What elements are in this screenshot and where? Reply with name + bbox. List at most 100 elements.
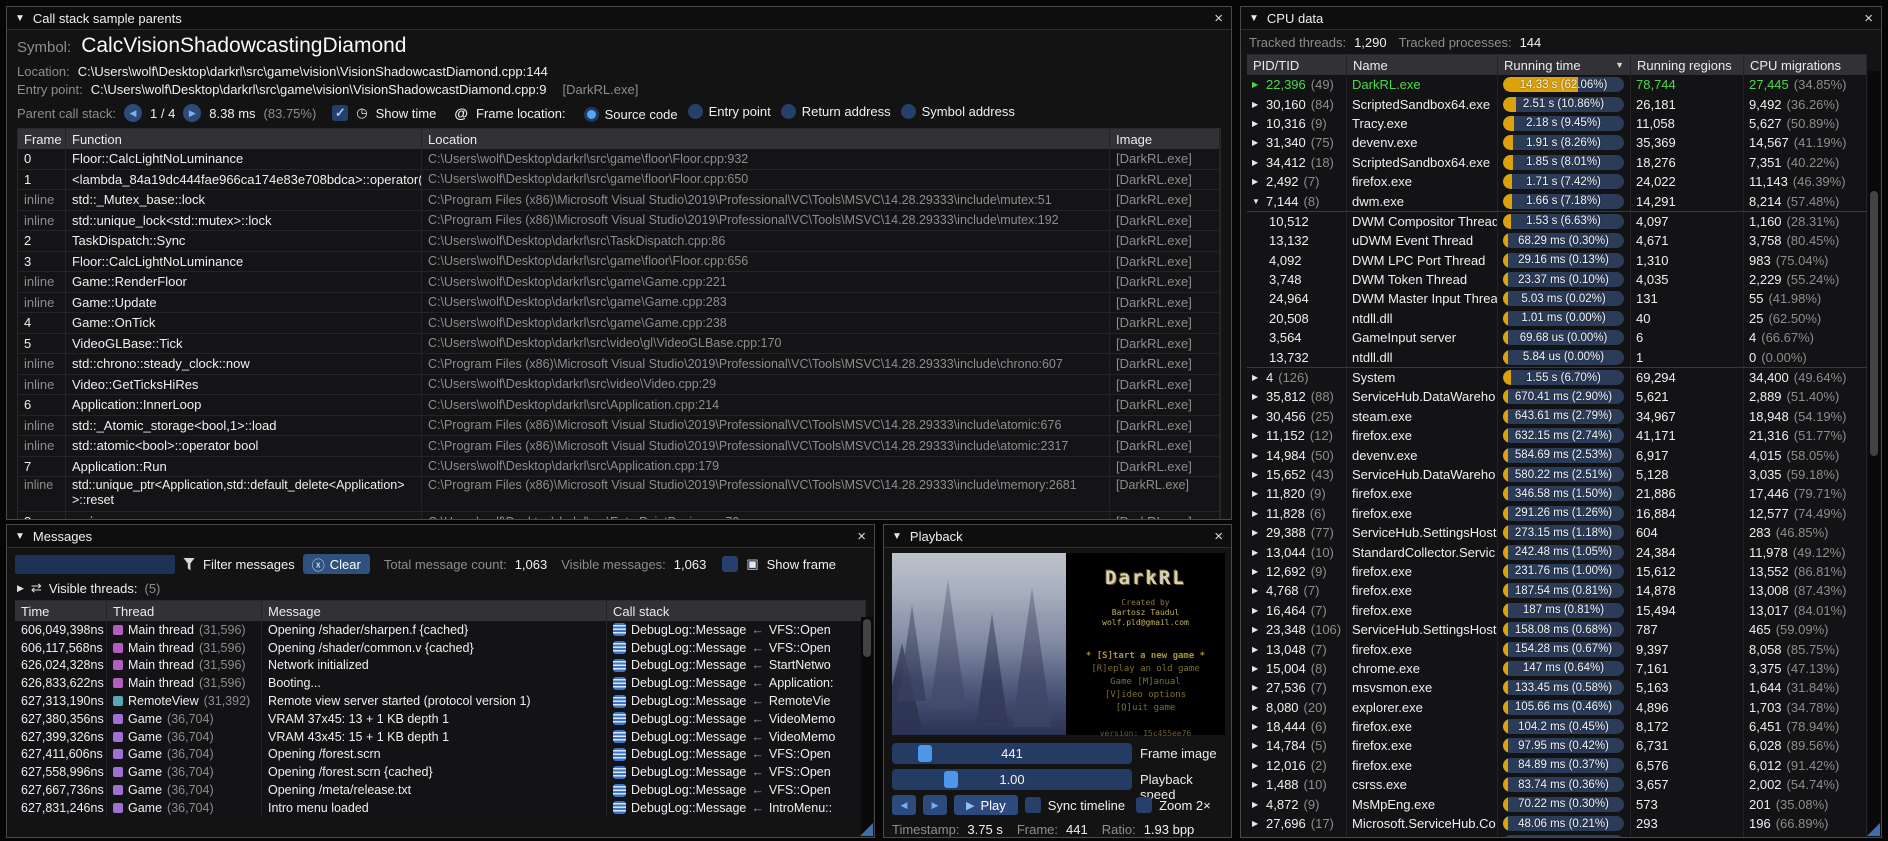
column-header-message[interactable]: Message — [262, 601, 607, 621]
expand-arrow-icon[interactable]: ▶ — [1252, 470, 1261, 479]
resize-grip[interactable] — [1867, 823, 1880, 836]
cpu-process-row[interactable]: ▶12,016(2)firefox.exe84.89 ms (0.37%)6,5… — [1247, 756, 1867, 775]
expand-arrow-icon[interactable]: ▶ — [1252, 509, 1261, 518]
callstack-frame-row[interactable]: 0Floor::CalcLightNoLuminanceC:\Users\wol… — [18, 149, 1220, 170]
expand-arrow-icon[interactable]: ▶ — [1252, 489, 1261, 498]
cpu-process-row[interactable]: ▶15,004(8)chrome.exe147 ms (0.64%)7,1613… — [1247, 659, 1867, 678]
column-header-time[interactable]: Time — [15, 601, 107, 621]
callstack-frame-row[interactable]: inlineGame::RenderFloorC:\Users\wolf\Des… — [18, 272, 1220, 293]
collapse-arrow-icon[interactable]: ▼ — [892, 531, 902, 542]
callstack-frame-row[interactable]: 4Game::OnTickC:\Users\wolf\Desktop\darkr… — [18, 313, 1220, 334]
cpu-process-row[interactable]: ▶4(126)System1.55 s (6.70%)69,29434,400(… — [1247, 368, 1867, 387]
cpu-process-row[interactable]: ▶27,696(17)Microsoft.ServiceHub.Co48.06 … — [1247, 814, 1867, 833]
scrollbar-thumb[interactable] — [863, 619, 871, 657]
expand-arrow-icon[interactable]: ▶ — [1252, 138, 1261, 147]
expand-arrow-icon[interactable]: ▶ — [1252, 722, 1261, 731]
callstack-frame-row[interactable]: 6Application::InnerLoopC:\Users\wolf\Des… — [18, 395, 1220, 416]
expand-arrow-icon[interactable]: ▶ — [1252, 645, 1261, 654]
message-frame-icon[interactable] — [613, 766, 626, 779]
cpu-thread-row[interactable]: 3,564GameInput server69.68 us (0.00%)64(… — [1247, 328, 1867, 347]
message-frame-icon[interactable] — [613, 623, 626, 636]
cpu-process-row[interactable]: ▶13,044(10)StandardCollector.Servic242.4… — [1247, 542, 1867, 561]
column-header-function[interactable]: Function — [66, 129, 422, 149]
cpu-process-row[interactable]: ▶1,488(10)csrss.exe83.74 ms (0.36%)3,657… — [1247, 775, 1867, 794]
callstack-frame-row[interactable]: 7Application::RunC:\Users\wolf\Desktop\d… — [18, 457, 1220, 478]
expand-arrow-icon[interactable]: ▶ — [1252, 800, 1261, 809]
cpu-thread-row[interactable]: 13,732ntdll.dll5.84 us (0.00%)10(0.00%) — [1247, 347, 1867, 367]
cpu-process-row[interactable]: ▶18,444(6)firefox.exe104.2 ms (0.45%)8,1… — [1247, 717, 1867, 736]
callstack-frame-row[interactable]: 8mainC:\Users\wolf\Desktop\darkrl\src\En… — [18, 512, 1220, 520]
message-row[interactable]: 626,024,328nsMain thread(31,596)Network … — [15, 657, 866, 675]
cpu-process-row[interactable]: ▶23,348(106)ServiceHub.SettingsHost158.0… — [1247, 620, 1867, 639]
expand-arrow-icon[interactable]: ▶ — [1252, 100, 1261, 109]
expand-arrow-icon[interactable]: ▶ — [1252, 567, 1261, 576]
expand-arrow-icon[interactable]: ▶ — [1252, 625, 1261, 634]
resize-grip[interactable] — [860, 823, 873, 836]
cpu-process-row[interactable]: ▶2,492(7)firefox.exe1.71 s (7.42%)24,022… — [1247, 172, 1867, 191]
callstack-frame-row[interactable]: 5VideoGLBase::TickC:\Users\wolf\Desktop\… — [18, 334, 1220, 355]
frame-location-radio[interactable]: Source code — [584, 107, 678, 122]
expand-arrow-icon[interactable]: ▶ — [1252, 664, 1261, 673]
expand-arrow-icon[interactable]: ▶ — [17, 583, 24, 594]
cpu-process-row[interactable]: ▶11,828(6)firefox.exe291.26 ms (1.26%)16… — [1247, 504, 1867, 523]
cpu-thread-row[interactable]: 3,748DWM Token Thread23.37 ms (0.10%)4,0… — [1247, 270, 1867, 289]
expand-arrow-icon[interactable]: ▶ — [1252, 373, 1261, 382]
column-header-frame[interactable]: Frame — [18, 129, 66, 149]
collapse-arrow-icon[interactable]: ▼ — [1252, 197, 1261, 206]
collapse-arrow-icon[interactable]: ▼ — [1249, 13, 1259, 24]
cpu-process-row[interactable]: ▶15,652(43)ServiceHub.DataWareho580.22 m… — [1247, 465, 1867, 484]
column-header-pid-tid[interactable]: PID/TID — [1247, 55, 1347, 75]
cpu-process-row[interactable]: ▶30,456(25)steam.exe643.61 ms (2.79%)34,… — [1247, 407, 1867, 426]
message-frame-icon[interactable] — [613, 695, 626, 708]
cpu-process-row[interactable]: ▶22,396(49)DarkRL.exe14.33 s (62.06%)78,… — [1247, 75, 1867, 94]
expand-arrow-icon[interactable]: ▶ — [1252, 586, 1261, 595]
expand-arrow-icon[interactable]: ▶ — [1252, 741, 1261, 750]
expand-arrow-icon[interactable]: ▶ — [1252, 703, 1261, 712]
clear-button[interactable]: ⓧ Clear — [303, 554, 370, 574]
cpu-process-row[interactable]: ▶34,412(18)ScriptedSandbox64.exe1.85 s (… — [1247, 153, 1867, 172]
cpu-process-row[interactable]: ▶4,768(7)firefox.exe187.54 ms (0.81%)14,… — [1247, 581, 1867, 600]
messages-scrollbar[interactable] — [861, 617, 873, 836]
frame-location-radio[interactable]: Symbol address — [901, 104, 1015, 119]
callstack-frame-row[interactable]: inlineVideo::GetTicksHiResC:\Users\wolf\… — [18, 375, 1220, 396]
message-frame-icon[interactable] — [613, 801, 626, 814]
close-icon[interactable]: × — [1214, 528, 1223, 545]
callstack-frame-row[interactable]: inlinestd::_Mutex_base::lockC:\Program F… — [18, 190, 1220, 211]
expand-arrow-icon[interactable]: ▶ — [1252, 431, 1261, 440]
expand-arrow-icon[interactable]: ▶ — [1252, 158, 1261, 167]
column-header-image[interactable]: Image — [1110, 129, 1220, 149]
message-row[interactable]: 606,117,568nsMain thread(31,596)Opening … — [15, 639, 866, 657]
cpu-process-row[interactable]: ▶14,984(50)devenv.exe584.69 ms (2.53%)6,… — [1247, 445, 1867, 464]
column-header-name[interactable]: Name — [1347, 55, 1498, 75]
callstack-frame-row[interactable]: inlinestd::chrono::steady_clock::nowC:\P… — [18, 354, 1220, 375]
cpu-process-row[interactable]: ▶29,388(77)ServiceHub.SettingsHost273.15… — [1247, 523, 1867, 542]
cpu-process-row[interactable]: ▶11,152(12)firefox.exe632.15 ms (2.74%)4… — [1247, 426, 1867, 445]
expand-arrow-icon[interactable]: ▶ — [1252, 412, 1261, 421]
callstack-frame-row[interactable]: 3Floor::CalcLightNoLuminanceC:\Users\wol… — [18, 252, 1220, 273]
cpu-process-row[interactable]: ▶35,812(88)ServiceHub.DataWareho670.41 m… — [1247, 387, 1867, 406]
callstack-frame-row[interactable]: inlinestd::atomic<bool>::operator boolC:… — [18, 436, 1220, 457]
expand-arrow-icon[interactable]: ▶ — [1252, 761, 1261, 770]
cpu-process-row[interactable]: ▶4,872(9)MsMpEng.exe70.22 ms (0.30%)5732… — [1247, 794, 1867, 813]
frame-location-radio[interactable]: Return address — [781, 104, 891, 119]
message-row[interactable]: 627,831,246nsGame(36,704)Intro menu load… — [15, 799, 866, 817]
column-header-location[interactable]: Location — [422, 129, 1110, 149]
expand-arrow-icon[interactable]: ▶ — [1252, 451, 1261, 460]
cpu-process-row[interactable]: ▶12,692(9)firefox.exe231.76 ms (1.00%)15… — [1247, 562, 1867, 581]
playback-speed-slider[interactable]: 1.00 — [892, 769, 1132, 790]
message-frame-icon[interactable] — [613, 748, 626, 761]
message-row[interactable]: 627,558,996nsGame(36,704)Opening /forest… — [15, 763, 866, 781]
cpu-thread-row[interactable]: 10,512DWM Compositor Thread1.53 s (6.63%… — [1247, 211, 1867, 231]
cpu-thread-row[interactable]: 13,132uDWM Event Thread68.29 ms (0.30%)4… — [1247, 231, 1867, 250]
expand-arrow-icon[interactable]: ▶ — [1252, 528, 1261, 537]
expand-arrow-icon[interactable]: ▶ — [1252, 548, 1261, 557]
filter-input[interactable] — [15, 555, 175, 574]
cpu-process-row[interactable]: ▶8,080(20)explorer.exe105.66 ms (0.46%)4… — [1247, 698, 1867, 717]
message-row[interactable]: 627,313,190nsRemoteView(31,392)Remote vi… — [15, 692, 866, 710]
frame-image-slider[interactable]: 441 — [892, 743, 1132, 764]
column-header-thread[interactable]: Thread — [107, 601, 262, 621]
cpu-process-row[interactable]: ▶11,820(9)firefox.exe346.58 ms (1.50%)21… — [1247, 484, 1867, 503]
message-frame-icon[interactable] — [613, 712, 626, 725]
expand-arrow-icon[interactable]: ▶ — [1252, 177, 1261, 186]
callstack-frame-row[interactable]: 2TaskDispatch::SyncC:\Users\wolf\Desktop… — [18, 231, 1220, 252]
